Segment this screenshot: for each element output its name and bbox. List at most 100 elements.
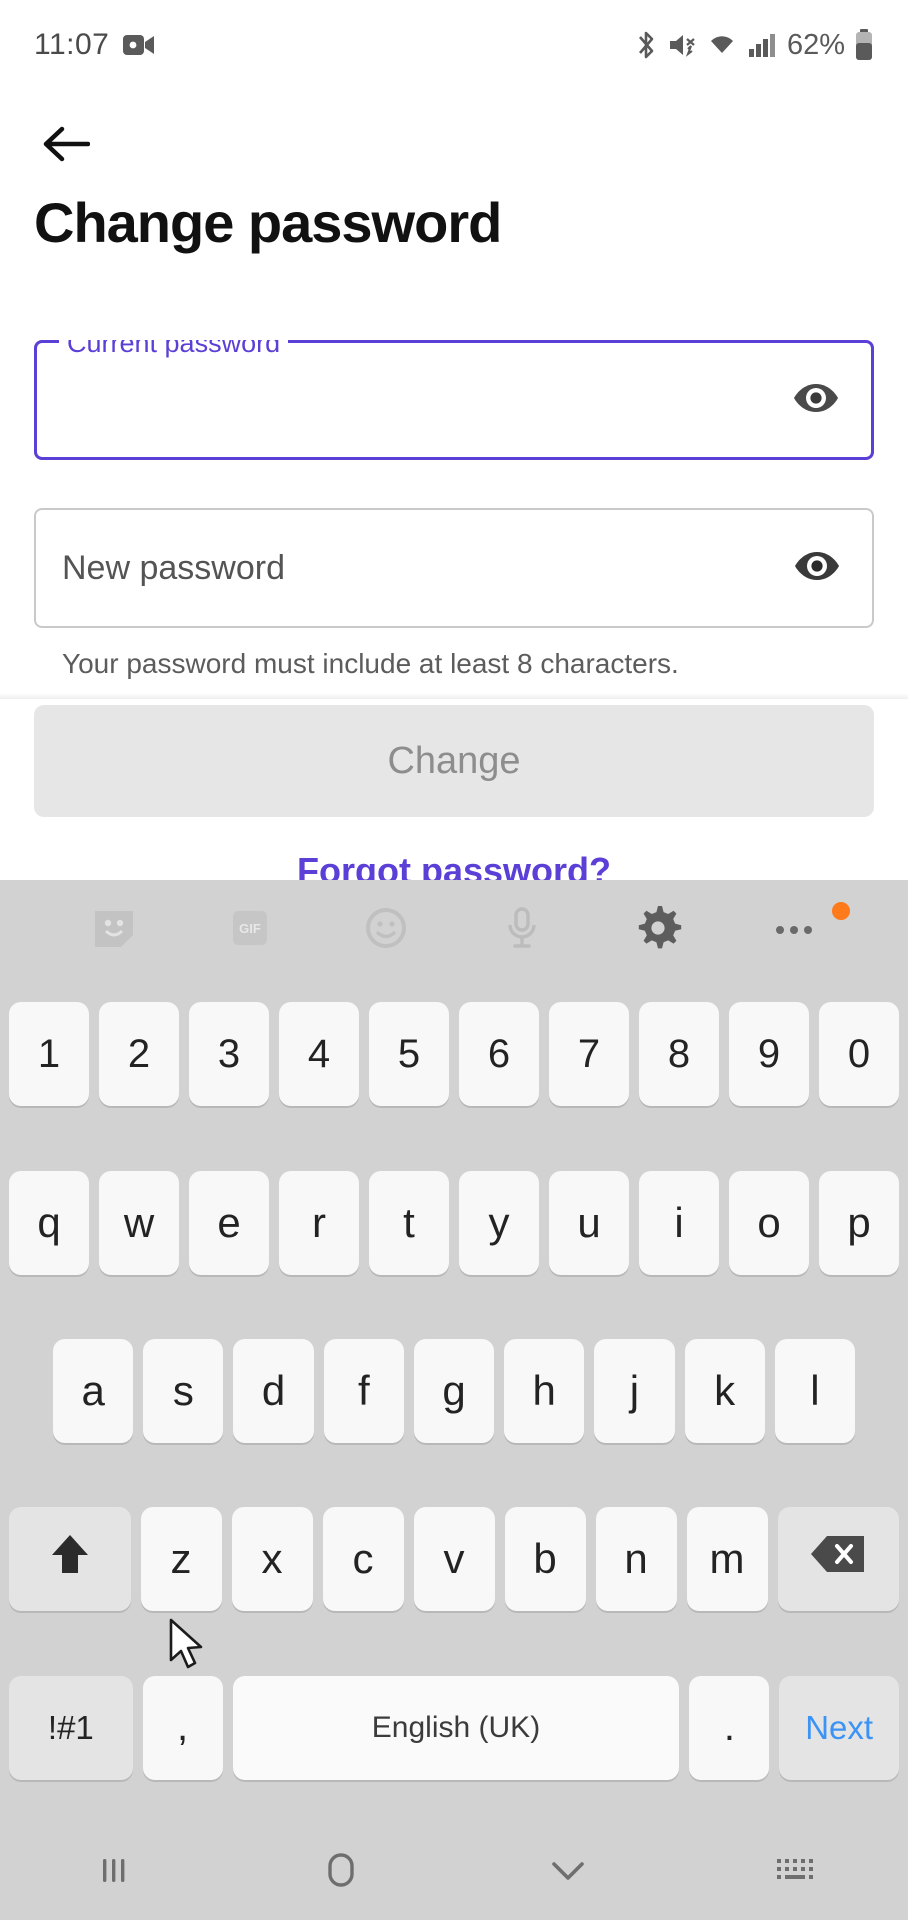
current-password-field[interactable]: Current password [34,340,874,460]
vibrate-mute-icon [667,30,697,60]
key-3[interactable]: 3 [189,1002,269,1107]
backspace-icon [809,1533,867,1585]
home-button[interactable] [227,1824,454,1920]
key-k[interactable]: k [684,1339,765,1444]
current-password-visibility-toggle[interactable] [787,371,845,429]
keyboard-keys: 1 2 3 4 5 6 7 8 9 0 q w e r t y u i o p … [0,976,908,1824]
key-e[interactable]: e [189,1170,269,1275]
new-password-input[interactable]: New password [62,549,788,588]
key-m[interactable]: m [686,1507,768,1612]
change-button[interactable]: Change [34,705,874,817]
key-c[interactable]: c [322,1507,404,1612]
svg-text:GIF: GIF [239,921,261,936]
hide-keyboard-button[interactable] [454,1824,681,1920]
emoji-icon[interactable] [318,880,454,976]
bluetooth-icon [634,29,658,61]
key-r[interactable]: r [279,1170,359,1275]
key-4[interactable]: 4 [279,1002,359,1107]
home-icon [320,1849,362,1896]
shift-key[interactable] [9,1507,131,1612]
keyboard-row-function: !#1 , English (UK) . Next [5,1650,903,1818]
keyboard-switch-button[interactable] [681,1824,908,1920]
video-camera-icon [123,32,155,58]
keyboard-row-home: a s d f g h j k l [5,1313,903,1481]
key-s[interactable]: s [143,1339,224,1444]
key-y[interactable]: y [459,1170,539,1275]
key-q[interactable]: q [9,1170,89,1275]
gif-icon[interactable]: GIF [182,880,318,976]
key-0[interactable]: 0 [819,1002,899,1107]
key-i[interactable]: i [639,1170,719,1275]
battery-percent: 62% [786,28,845,61]
key-t[interactable]: t [369,1170,449,1275]
comma-key[interactable]: , [142,1675,223,1780]
more-options-icon[interactable] [726,880,862,976]
recents-icon [94,1850,134,1895]
key-n[interactable]: n [595,1507,677,1612]
key-7[interactable]: 7 [549,1002,629,1107]
status-bar: 11:07 62% [0,0,908,90]
period-key[interactable]: . [689,1675,770,1780]
scroll-edge-divider [0,693,908,699]
back-arrow-icon [42,125,91,168]
symbols-key[interactable]: !#1 [9,1675,133,1780]
eye-icon [792,381,840,420]
eye-icon [793,549,841,588]
keyboard-switch-icon [773,1853,817,1892]
current-password-label: Current password [59,340,289,357]
battery-icon [854,29,874,61]
shift-arrow-icon [48,1531,92,1587]
new-password-field[interactable]: New password [34,508,874,628]
key-z[interactable]: z [140,1507,222,1612]
app-content: Change password Current password New pas… [0,90,908,880]
key-1[interactable]: 1 [9,1002,89,1107]
sticker-icon[interactable] [46,880,182,976]
key-9[interactable]: 9 [729,1002,809,1107]
wifi-icon [706,30,738,60]
key-f[interactable]: f [323,1339,404,1444]
key-v[interactable]: v [413,1507,495,1612]
key-a[interactable]: a [53,1339,134,1444]
more-options-badge [832,902,850,920]
key-j[interactable]: j [594,1339,675,1444]
key-5[interactable]: 5 [369,1002,449,1107]
next-key[interactable]: Next [779,1675,899,1780]
key-p[interactable]: p [819,1170,899,1275]
keyboard-toolbar: GIF [0,880,908,976]
key-o[interactable]: o [729,1170,809,1275]
backspace-key[interactable] [777,1507,899,1612]
page-title: Change password [34,191,502,254]
status-bar-right: 62% [634,29,874,62]
key-2[interactable]: 2 [99,1002,179,1107]
system-navigation-bar [0,1824,908,1920]
back-button[interactable] [34,114,98,178]
on-screen-keyboard: GIF 1 2 3 4 5 6 7 8 9 0 q w e r t y u i … [0,880,908,1824]
form-scroll-region[interactable]: Current password New password Your passw… [0,340,908,693]
recents-button[interactable] [0,1824,227,1920]
hide-keyboard-icon [547,1855,589,1890]
phone-screen: 11:07 62% Change password Current passwo… [0,0,908,1920]
keyboard-row-numbers: 1 2 3 4 5 6 7 8 9 0 [5,976,903,1144]
new-password-visibility-toggle[interactable] [788,539,846,597]
forgot-password-link[interactable]: Forgot password? [0,850,908,880]
key-d[interactable]: d [233,1339,314,1444]
key-w[interactable]: w [99,1170,179,1275]
keyboard-row-bottom: z x c v b n m [5,1481,903,1649]
top-bar [0,90,908,178]
status-bar-left: 11:07 [34,28,155,62]
key-x[interactable]: x [231,1507,313,1612]
key-8[interactable]: 8 [639,1002,719,1107]
status-time: 11:07 [34,28,110,61]
space-key[interactable]: English (UK) [232,1675,680,1780]
keyboard-row-top: q w e r t y u i o p [5,1144,903,1312]
key-b[interactable]: b [504,1507,586,1612]
microphone-icon[interactable] [454,880,590,976]
key-6[interactable]: 6 [459,1002,539,1107]
key-g[interactable]: g [413,1339,495,1444]
key-l[interactable]: l [774,1339,855,1444]
key-h[interactable]: h [504,1339,585,1444]
key-u[interactable]: u [549,1170,629,1275]
new-password-helper-text: Your password must include at least 8 ch… [62,648,679,679]
settings-gear-icon[interactable] [590,880,726,976]
cellular-signal-icon [747,31,775,59]
